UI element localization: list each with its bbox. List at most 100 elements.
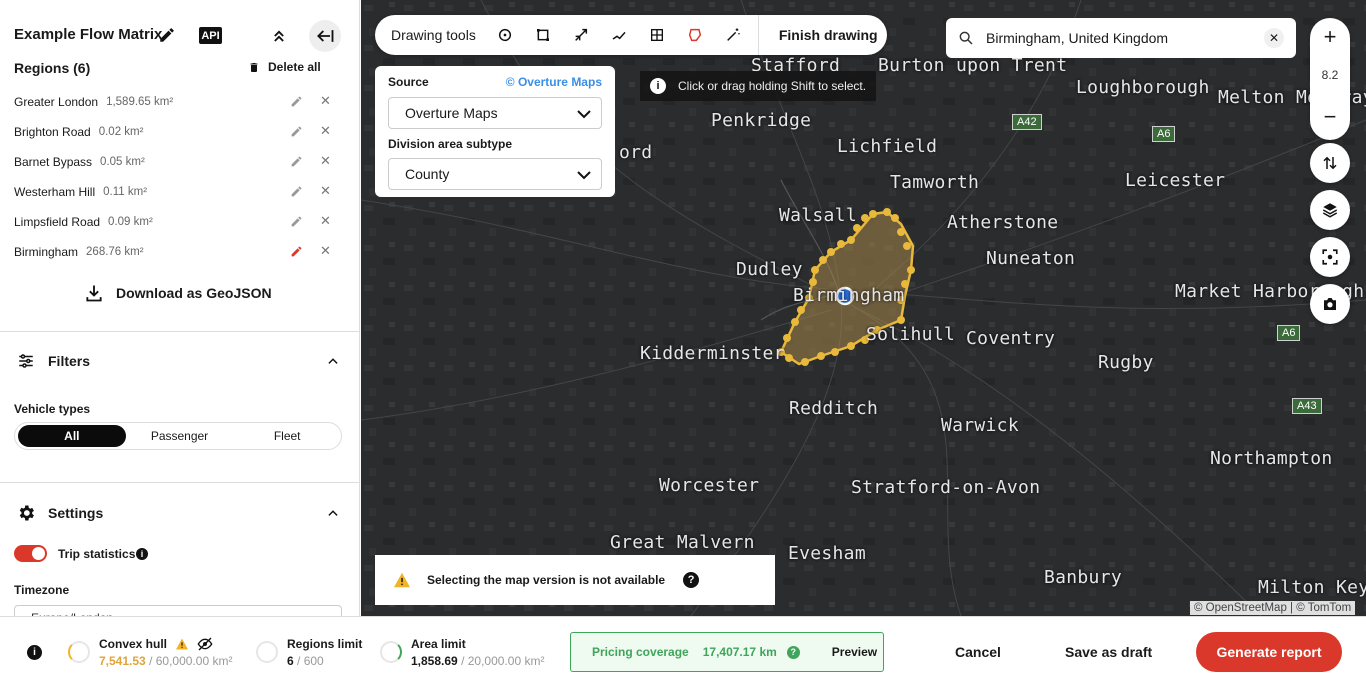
timezone-select[interactable]: Europe/London	[14, 605, 342, 616]
delete-all-button[interactable]: Delete all	[248, 60, 321, 74]
info-icon[interactable]: i	[136, 548, 148, 560]
region-row[interactable]: Greater London 1,589.65 km² ✕	[14, 87, 344, 117]
edit-region-icon[interactable]	[290, 215, 303, 228]
region-row[interactable]: Westerham Hill 0.11 km² ✕	[14, 177, 344, 207]
city-label: Northampton	[1210, 448, 1333, 469]
zoom-out-button[interactable]: −	[1310, 102, 1350, 132]
city-label: Great Malvern	[610, 532, 755, 553]
zoom-level: 8.2	[1321, 68, 1339, 82]
area-limit-progress	[380, 641, 402, 663]
city-label: Milton Keyn	[1258, 577, 1366, 598]
flip-map-button[interactable]	[1310, 143, 1350, 183]
api-button[interactable]: API	[199, 27, 222, 44]
chevron-up-icon	[328, 510, 338, 516]
rectangle-tool-icon[interactable]	[524, 15, 562, 55]
area-select-tool-icon[interactable]	[676, 15, 714, 55]
area-limit-stat: Area limit 1,858.69 / 20,000.00 km²	[411, 637, 544, 668]
region-area: 0.05 km²	[100, 156, 145, 168]
city-label: Redditch	[789, 398, 879, 419]
source-label: Source	[388, 75, 429, 89]
info-icon[interactable]: i	[27, 645, 42, 660]
camera-icon	[1324, 298, 1336, 310]
magic-wand-tool-icon[interactable]	[714, 15, 752, 55]
city-label: Burton upon Trent	[878, 55, 1068, 76]
eye-off-icon[interactable]	[197, 637, 213, 651]
pricing-coverage-value: 17,407.17 km	[702, 645, 777, 659]
delete-all-label: Delete all	[268, 60, 321, 74]
help-icon[interactable]: ?	[683, 572, 700, 588]
city-label: Penkridge	[711, 110, 812, 131]
settings-header[interactable]: Settings	[16, 503, 340, 523]
sidebar: Example Flow Matrix API Regions (6) Dele…	[0, 0, 360, 616]
drawing-tools-label: Drawing tools	[391, 27, 476, 43]
area-limit-title: Area limit	[411, 637, 466, 651]
selection-hint: i Click or drag holding Shift to select.	[640, 71, 877, 101]
edit-region-icon[interactable]	[290, 185, 303, 198]
location-search[interactable]: Birmingham, United Kingdom ✕	[946, 18, 1296, 58]
region-row[interactable]: Barnet Bypass 0.05 km² ✕	[14, 147, 344, 177]
edit-region-icon[interactable]	[290, 125, 303, 138]
vehicle-type-passenger[interactable]: Passenger	[126, 425, 234, 447]
region-area: 1,589.65 km²	[106, 96, 174, 108]
layers-icon	[1322, 203, 1338, 218]
selection-hint-text: Click or drag holding Shift to select.	[678, 79, 867, 93]
preview-button[interactable]: Preview	[832, 645, 877, 659]
vehicle-type-fleet[interactable]: Fleet	[233, 425, 341, 447]
remove-region-icon[interactable]: ✕	[320, 183, 331, 199]
remove-region-icon[interactable]: ✕	[320, 213, 331, 229]
divider	[0, 482, 359, 483]
search-input[interactable]: Birmingham, United Kingdom	[986, 30, 1168, 46]
edit-title-icon[interactable]	[158, 26, 176, 44]
collapse-all-icon[interactable]	[269, 26, 289, 46]
screenshot-button[interactable]	[1310, 284, 1350, 324]
regions-title: Regions (6)	[14, 60, 91, 76]
collapse-sidebar-button[interactable]	[309, 20, 341, 52]
region-row[interactable]: Limpsfield Road 0.09 km² ✕	[14, 207, 344, 237]
save-draft-button[interactable]: Save as draft	[1065, 644, 1152, 660]
region-area: 268.76 km²	[86, 246, 144, 258]
remove-region-icon[interactable]: ✕	[320, 93, 331, 109]
convex-hull-title: Convex hull	[99, 637, 168, 651]
city-label: Birmingham	[793, 285, 905, 306]
region-row[interactable]: Brighton Road 0.02 km² ✕	[14, 117, 344, 147]
vehicle-type-all[interactable]: All	[18, 425, 126, 447]
trip-statistics-label: Trip statistics	[58, 547, 136, 561]
line-tool-icon[interactable]	[562, 15, 600, 55]
zoom-controls: + 8.2 −	[1310, 18, 1350, 140]
circle-tool-icon[interactable]	[486, 15, 524, 55]
region-name: Birmingham	[14, 245, 79, 259]
city-label: Walsall	[779, 205, 857, 226]
focus-selection-button[interactable]	[1310, 237, 1350, 277]
vehicle-types-label: Vehicle types	[14, 402, 91, 416]
city-label: Lichfield	[837, 136, 938, 157]
help-icon[interactable]: ?	[786, 645, 800, 659]
edit-region-icon[interactable]	[290, 245, 303, 258]
download-geojson-button[interactable]: Download as GeoJSON	[84, 283, 272, 303]
zoom-in-button[interactable]: +	[1310, 22, 1350, 52]
map-attribution: © OpenStreetMap | © TomTom	[1190, 601, 1356, 615]
download-icon	[86, 285, 102, 302]
region-name: Greater London	[14, 95, 99, 109]
remove-region-icon[interactable]: ✕	[320, 123, 331, 139]
chevron-down-icon	[577, 110, 591, 119]
source-select[interactable]: Overture Maps	[388, 97, 602, 129]
finish-drawing-button[interactable]: Finish drawing	[757, 15, 878, 55]
cancel-button[interactable]: Cancel	[955, 644, 1001, 660]
subtype-select[interactable]: County	[388, 158, 602, 190]
generate-report-button[interactable]: Generate report	[1196, 632, 1342, 672]
layers-button[interactable]	[1310, 190, 1350, 230]
vehicle-type-segmented: All Passenger Fleet	[14, 422, 342, 450]
area-limit-value: 1,858.69	[411, 654, 458, 668]
overture-maps-link[interactable]: © Overture Maps	[506, 75, 602, 89]
grid-tool-icon[interactable]	[638, 15, 676, 55]
trip-statistics-toggle[interactable]	[14, 545, 47, 562]
edit-region-icon[interactable]	[290, 155, 303, 168]
filters-header[interactable]: Filters	[16, 352, 340, 370]
remove-region-icon[interactable]: ✕	[320, 243, 331, 259]
swap-vertical-icon	[1323, 156, 1337, 170]
remove-region-icon[interactable]: ✕	[320, 153, 331, 169]
region-row[interactable]: Birmingham 268.76 km² ✕	[14, 237, 344, 267]
clear-search-icon[interactable]: ✕	[1264, 28, 1284, 48]
edit-region-icon[interactable]	[290, 95, 303, 108]
route-tool-icon[interactable]	[600, 15, 638, 55]
